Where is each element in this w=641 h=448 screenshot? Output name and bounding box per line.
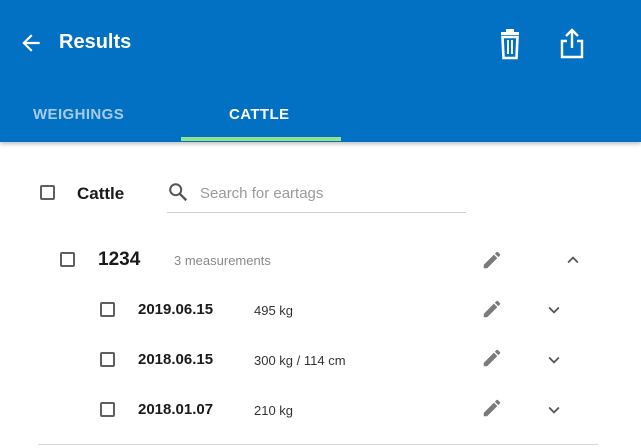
chevron-down-icon[interactable] <box>543 349 565 371</box>
delete-trash-icon[interactable] <box>495 28 525 60</box>
cattle-label: Cattle <box>77 184 125 203</box>
back-arrow-icon[interactable] <box>18 30 44 56</box>
search-input[interactable] <box>200 181 460 205</box>
edit-pencil-icon[interactable] <box>481 298 503 320</box>
measurement-date: 2018.06.15 <box>138 351 214 368</box>
measurement-date: 2019.06.15 <box>138 301 214 318</box>
select-all-checkbox[interactable] <box>40 185 55 200</box>
edit-pencil-icon[interactable] <box>481 397 503 419</box>
list-divider <box>38 444 598 445</box>
measurement-value: 210 kg <box>254 403 294 418</box>
edit-pencil-icon[interactable] <box>481 249 503 271</box>
share-upload-icon[interactable] <box>557 28 587 60</box>
eartag-number: 1234 <box>98 249 141 270</box>
chevron-down-icon[interactable] <box>543 299 565 321</box>
measurement-date: 2018.01.07 <box>138 401 214 418</box>
measurement-value: 495 kg <box>254 303 294 318</box>
row-checkbox[interactable] <box>100 352 115 367</box>
search-bar <box>167 178 466 213</box>
edit-pencil-icon[interactable] <box>481 347 503 369</box>
measurement-value: 300 kg / 114 cm <box>254 353 346 368</box>
search-icon <box>169 183 188 202</box>
measurement-count: 3 measurements <box>174 253 271 268</box>
app-bar: Results WEIGHINGS CATTLE <box>0 0 641 142</box>
chevron-up-icon[interactable] <box>562 249 584 271</box>
tab-weighings[interactable]: WEIGHINGS <box>33 106 124 123</box>
page-title: Results <box>59 31 132 53</box>
row-checkbox[interactable] <box>100 402 115 417</box>
row-checkbox[interactable] <box>100 302 115 317</box>
tab-cattle[interactable]: CATTLE <box>229 106 289 123</box>
chevron-down-icon[interactable] <box>543 399 565 421</box>
active-tab-indicator <box>181 137 341 141</box>
group-checkbox[interactable] <box>60 252 75 267</box>
